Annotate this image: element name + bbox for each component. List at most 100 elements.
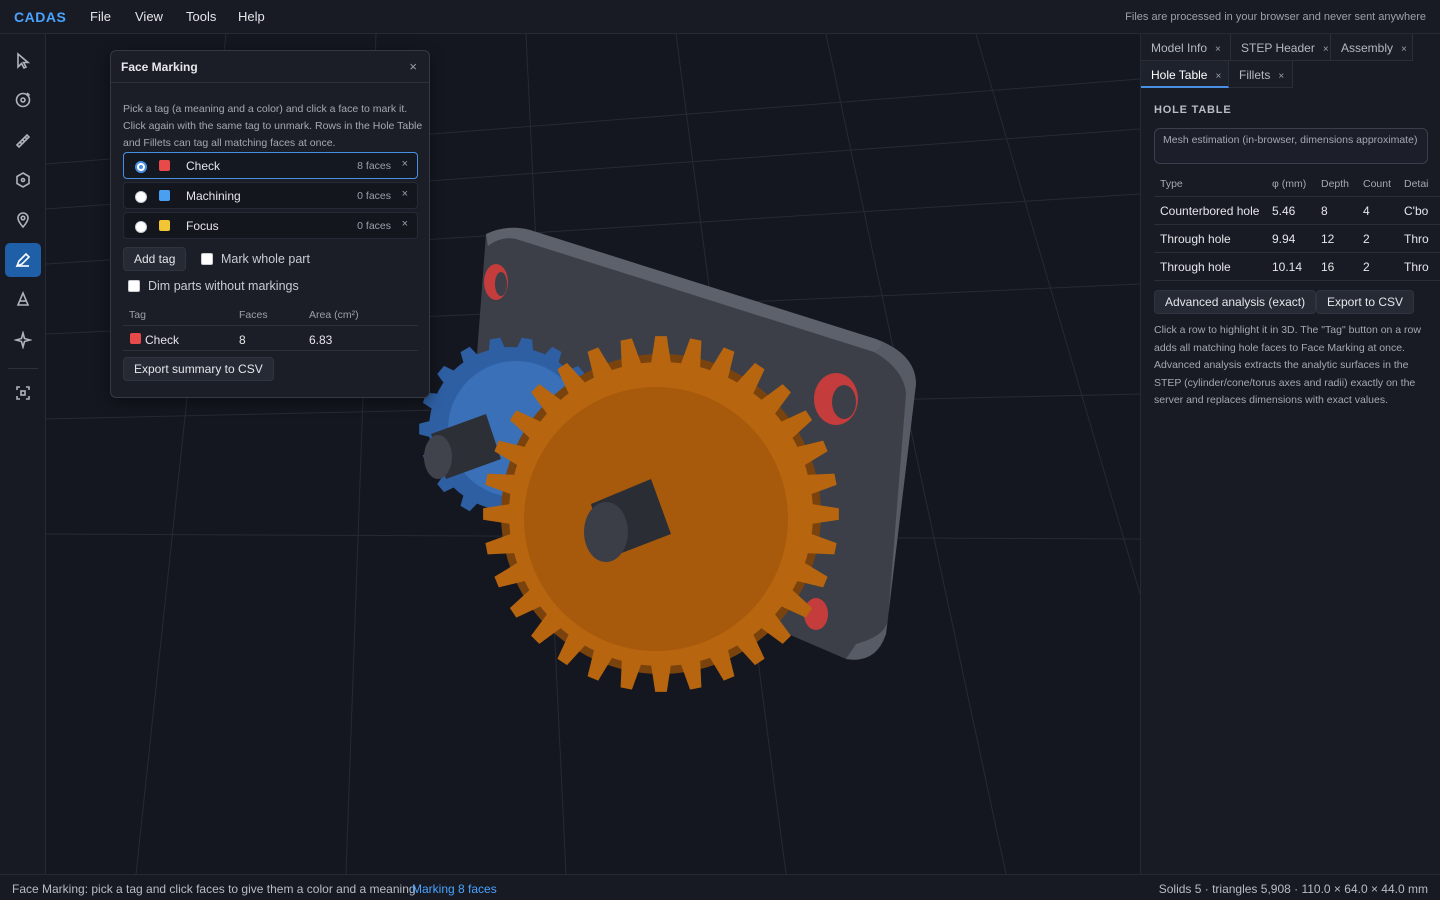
cell-count: 4 xyxy=(1363,204,1370,218)
advanced-analysis-button[interactable]: Advanced analysis (exact) xyxy=(1154,290,1317,314)
tab-label: Assembly xyxy=(1341,41,1394,55)
face-marking-tool-button[interactable] xyxy=(5,243,41,277)
pin-icon xyxy=(17,212,29,229)
tab-label: Fillets xyxy=(1239,68,1271,82)
orbit-icon xyxy=(15,92,31,108)
tab-hole-table[interactable]: Hole Table × xyxy=(1141,61,1229,88)
divider xyxy=(1154,224,1440,225)
divider xyxy=(123,325,418,326)
tag-color-swatch[interactable] xyxy=(159,220,170,231)
cell-detail: Thro xyxy=(1404,232,1429,246)
section-tool-button[interactable] xyxy=(5,163,41,197)
tab-label: STEP Header xyxy=(1241,41,1315,55)
privacy-note: Files are processed in your browser and … xyxy=(1125,11,1426,23)
summary-color-swatch xyxy=(130,333,141,344)
tab-step-header[interactable]: STEP Header × xyxy=(1231,34,1331,61)
divider xyxy=(1154,196,1440,197)
right-panel: Model Info × STEP Header × Assembly × Hole … xyxy=(1140,34,1440,874)
tab-model-info[interactable]: Model Info × xyxy=(1141,34,1231,61)
tag-row-machining[interactable]: Machining 0 faces × xyxy=(123,182,418,209)
select-tool-button[interactable] xyxy=(5,44,41,78)
fit-view-button[interactable] xyxy=(5,376,41,410)
tag-radio[interactable] xyxy=(135,221,147,233)
orbit-tool-button[interactable] xyxy=(5,83,41,117)
status-marking: Marking 8 faces xyxy=(412,882,497,896)
summary-tag: Check xyxy=(145,333,180,347)
measure-tool-button[interactable] xyxy=(5,123,41,157)
tab-assembly[interactable]: Assembly × xyxy=(1331,34,1413,61)
tag-color-swatch[interactable] xyxy=(159,160,170,171)
divider xyxy=(1154,252,1440,253)
tag-row-focus[interactable]: Focus 0 faces × xyxy=(123,212,418,239)
gear-tooth[interactable] xyxy=(650,661,672,692)
marker-icon xyxy=(15,252,31,268)
divider xyxy=(1154,280,1440,281)
column-header-type[interactable]: Type xyxy=(1160,178,1183,190)
tag-color-swatch[interactable] xyxy=(159,190,170,201)
panel-description: Pick a tag (a meaning and a color) and c… xyxy=(123,103,423,149)
remove-tag-icon[interactable]: × xyxy=(402,218,408,230)
cell-diameter: 5.46 xyxy=(1272,204,1296,218)
remove-tag-icon[interactable]: × xyxy=(402,158,408,170)
close-icon[interactable]: × xyxy=(409,59,417,74)
cell-detail: C'bo xyxy=(1404,204,1429,218)
export-csv-button[interactable]: Export to CSV xyxy=(1316,290,1415,314)
tab-label: Hole Table xyxy=(1151,68,1208,82)
cell-depth: 12 xyxy=(1321,232,1335,246)
close-icon[interactable]: × xyxy=(1215,71,1221,82)
close-icon[interactable]: × xyxy=(1401,44,1407,55)
tag-radio[interactable] xyxy=(135,161,147,173)
draft-tool-button[interactable] xyxy=(5,283,41,317)
cone-icon xyxy=(16,291,30,306)
cell-type: Counterbored hole xyxy=(1160,204,1260,218)
panel-header[interactable]: Face Marking × xyxy=(111,51,429,83)
estimate-note: Mesh estimation (in-browser, dimensions … xyxy=(1154,128,1428,164)
column-header-count[interactable]: Count xyxy=(1363,178,1391,190)
close-icon[interactable]: × xyxy=(1278,71,1284,82)
menu-help[interactable]: Help xyxy=(238,9,265,24)
hole-table-help: Click a row to highlight it in 3D. The "… xyxy=(1154,324,1421,406)
cell-depth: 16 xyxy=(1321,260,1335,274)
summary-header-tag: Tag xyxy=(129,309,146,321)
status-hint: Face Marking: pick a tag and click faces… xyxy=(12,882,416,896)
menu-bar: CADAS File View Tools Help Files are pro… xyxy=(0,0,1440,34)
add-tag-button[interactable]: Add tag xyxy=(123,247,187,271)
cell-count: 2 xyxy=(1363,260,1370,274)
column-header-detail[interactable]: Detai xyxy=(1404,178,1429,190)
ruler-icon xyxy=(15,133,31,149)
tag-name: Focus xyxy=(186,219,219,233)
annotate-tool-button[interactable] xyxy=(5,203,41,237)
tag-row-check[interactable]: Check 8 faces × xyxy=(123,152,418,179)
tag-radio[interactable] xyxy=(135,191,147,203)
remove-tag-icon[interactable]: × xyxy=(402,188,408,200)
model-stats: Solids 5 · triangles 5,908 · 110.0 × 64.… xyxy=(1158,882,1428,896)
column-header-diameter[interactable]: φ (mm) xyxy=(1272,178,1306,190)
fit-view-icon xyxy=(16,386,30,400)
cell-depth: 8 xyxy=(1321,204,1328,218)
summary-area: 6.83 xyxy=(309,333,333,347)
tag-name: Check xyxy=(186,159,221,173)
close-icon[interactable]: × xyxy=(1323,44,1329,55)
tag-face-count: 0 faces xyxy=(357,220,391,232)
large-gear[interactable] xyxy=(483,336,839,692)
menu-tools[interactable]: Tools xyxy=(186,9,216,24)
section-icon xyxy=(16,172,30,188)
menu-file[interactable]: File xyxy=(90,9,111,24)
app-logo: CADAS xyxy=(14,9,67,25)
divider xyxy=(123,350,418,351)
ai-tool-button[interactable] xyxy=(5,323,41,357)
cell-diameter: 10.14 xyxy=(1272,260,1303,274)
tab-fillets[interactable]: Fillets × xyxy=(1229,61,1293,88)
sparkle-icon xyxy=(14,331,32,349)
dim-parts-checkbox[interactable] xyxy=(128,280,140,292)
dim-parts-label: Dim parts without markings xyxy=(148,279,299,293)
cell-type: Through hole xyxy=(1160,232,1231,246)
summary-faces: 8 xyxy=(239,333,246,347)
mark-whole-part-checkbox[interactable] xyxy=(201,253,213,265)
menu-view[interactable]: View xyxy=(135,9,163,24)
cell-diameter: 9.94 xyxy=(1272,232,1296,246)
mark-whole-part-label: Mark whole part xyxy=(221,252,310,266)
close-icon[interactable]: × xyxy=(1215,44,1221,55)
export-summary-button[interactable]: Export summary to CSV xyxy=(123,357,274,381)
column-header-depth[interactable]: Depth xyxy=(1321,178,1349,190)
